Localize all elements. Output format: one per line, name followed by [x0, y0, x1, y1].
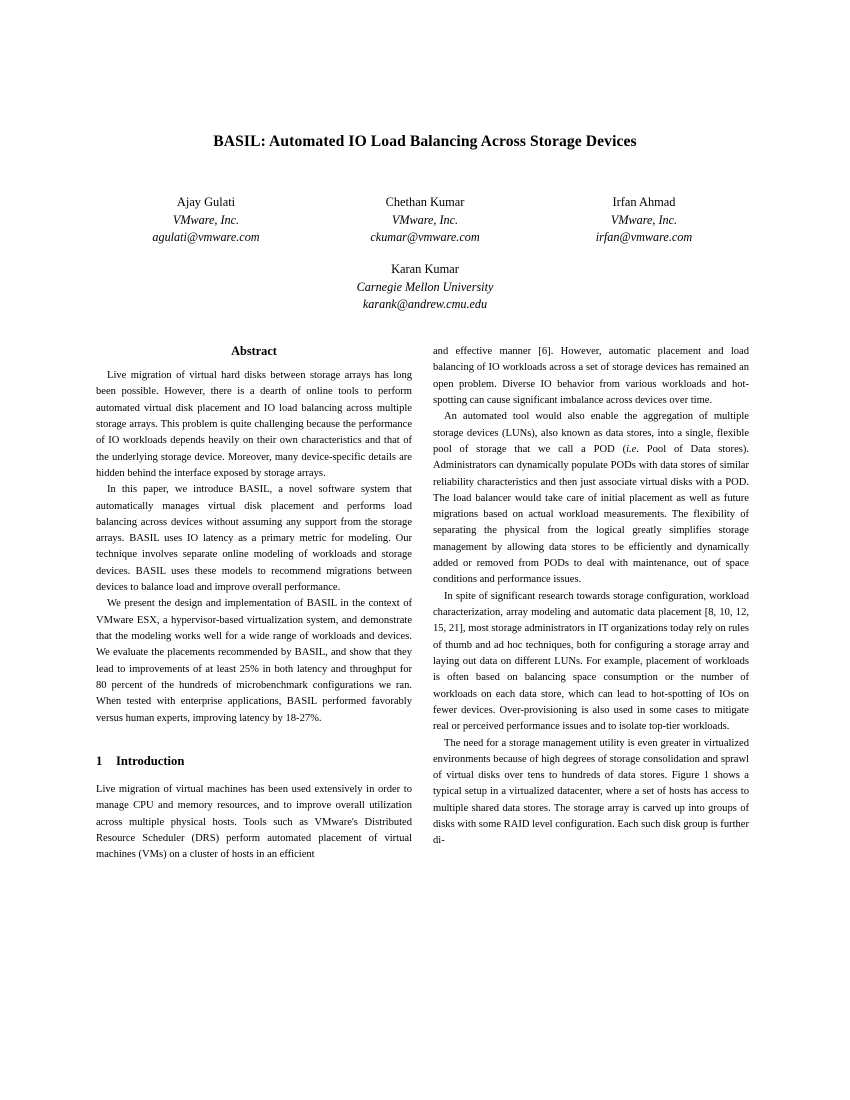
section-number: 1: [96, 753, 103, 768]
author-row: Ajay Gulati VMware, Inc. agulati@vmware.…: [97, 194, 753, 247]
abstract-heading: Abstract: [231, 344, 277, 358]
author-affiliation: VMware, Inc.: [391, 212, 459, 227]
author-name: Chethan Kumar: [385, 195, 465, 209]
section-paragraph-continuation: and effective manner [6]. However, autom…: [433, 344, 749, 409]
author-name: Irfan Ahmad: [612, 195, 676, 209]
paragraph-research: In spite of significant research towards…: [433, 590, 749, 733]
author-affiliation: VMware, Inc.: [610, 212, 678, 227]
column-left: Abstract Live migration of virtual hard …: [96, 344, 412, 863]
pod-italic-ie: i.e.: [626, 443, 639, 455]
author-affiliation: VMware, Inc.: [172, 212, 240, 227]
author-email[interactable]: irfan@vmware.com: [535, 229, 753, 247]
author-name: Ajay Gulati: [176, 195, 236, 209]
section-heading-introduction: 1 Introduction: [96, 753, 412, 769]
author-email[interactable]: ckumar@vmware.com: [316, 229, 534, 247]
author-block-1: Ajay Gulati VMware, Inc. agulati@vmware.…: [97, 194, 315, 247]
author-email[interactable]: karank@andrew.cmu.edu: [97, 296, 753, 314]
continuation-text: and effective manner [6]. However, autom…: [433, 346, 749, 406]
page-title: BASIL: Automated IO Load Balancing Acros…: [213, 133, 637, 150]
section-title: Introduction: [116, 753, 185, 768]
paragraph-need: The need for a storage management utilit…: [433, 737, 749, 847]
author-block-3: Irfan Ahmad VMware, Inc. irfan@vmware.co…: [535, 194, 753, 247]
pod-text-part2: Pool of Data stores). Administrators can…: [433, 443, 750, 586]
author-block-2: Chethan Kumar VMware, Inc. ckumar@vmware…: [316, 194, 534, 247]
author-email[interactable]: agulati@vmware.com: [97, 229, 315, 247]
author-affiliation: Carnegie Mellon University: [356, 279, 494, 294]
section-paragraph: Live migration of virtual machines has b…: [96, 783, 412, 861]
abstract-paragraph: Live migration of virtual hard disks bet…: [96, 370, 412, 479]
paragraph-pod: An automated tool would also enable the …: [433, 409, 749, 588]
paper-page: BASIL: Automated IO Load Balancing Acros…: [0, 0, 850, 1100]
author-name: Karan Kumar: [391, 262, 459, 276]
abstract-paragraph: We present the design and implementation…: [96, 598, 412, 724]
column-right: and effective manner [6]. However, autom…: [433, 344, 749, 850]
abstract-paragraph: In this paper, we introduce BASIL, a nov…: [96, 484, 412, 594]
author-block-4: Karan Kumar Carnegie Mellon University k…: [97, 261, 753, 314]
